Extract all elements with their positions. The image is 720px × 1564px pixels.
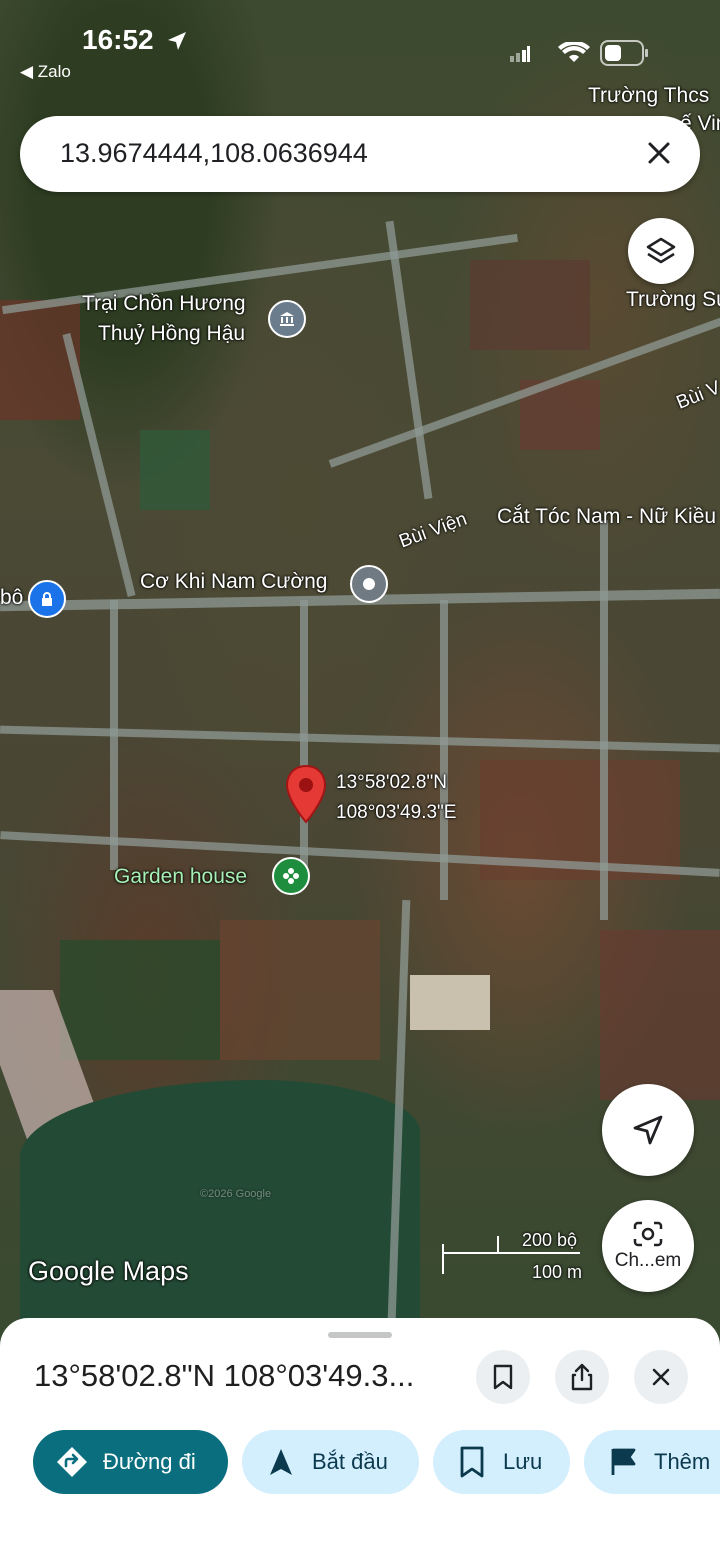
search-bar[interactable]: 13.9674444,108.0636944 bbox=[20, 116, 700, 192]
road bbox=[110, 600, 118, 870]
mechanic-label[interactable]: Cơ Khi Nam Cường bbox=[140, 570, 327, 594]
left-edge-label: bô bbox=[0, 586, 24, 609]
bookmark-button[interactable] bbox=[476, 1350, 530, 1404]
field bbox=[60, 940, 220, 1060]
lake bbox=[20, 1080, 420, 1340]
back-app-label: Zalo bbox=[37, 62, 71, 81]
field bbox=[140, 430, 210, 510]
status-bar: 16:52 ◀ Zalo bbox=[0, 0, 720, 90]
battery-icon bbox=[600, 40, 648, 66]
garden-label[interactable]: Garden house bbox=[114, 865, 247, 889]
pin-dot-icon bbox=[363, 578, 375, 590]
lens-label: Ch...em bbox=[614, 1250, 682, 1271]
save-label: Lưu bbox=[503, 1449, 543, 1474]
road-label: Bùi Viện bbox=[396, 508, 470, 553]
save-button[interactable]: Lưu bbox=[433, 1430, 570, 1494]
signal-icon bbox=[510, 46, 530, 62]
save-bookmark-icon bbox=[460, 1446, 484, 1478]
search-input[interactable]: 13.9674444,108.0636944 bbox=[60, 138, 368, 169]
clear-search-icon[interactable] bbox=[642, 136, 676, 170]
pin-lng-label: 108°03'49.3"E bbox=[336, 802, 457, 823]
layers-icon bbox=[646, 237, 676, 264]
close-icon bbox=[652, 1368, 670, 1386]
share-icon bbox=[571, 1363, 593, 1391]
sheet-drag-handle[interactable] bbox=[328, 1332, 392, 1338]
road bbox=[0, 725, 720, 753]
google-maps-logo: Google Maps bbox=[28, 1256, 189, 1286]
road bbox=[385, 220, 433, 500]
navigation-arrow-icon bbox=[633, 1115, 663, 1145]
back-to-app-link[interactable]: ◀ Zalo bbox=[20, 62, 71, 82]
copyright-label: ©2026 Google bbox=[200, 1188, 272, 1200]
field bbox=[410, 975, 490, 1030]
back-chevron-icon: ◀ bbox=[20, 62, 38, 81]
scale-tick bbox=[442, 1244, 444, 1274]
scale-meters: 100 m bbox=[532, 1262, 583, 1282]
more-label: Thêm bbox=[654, 1449, 711, 1474]
my-location-button[interactable] bbox=[602, 1084, 694, 1176]
location-arrow-icon bbox=[168, 32, 186, 50]
barber-label[interactable]: Cắt Tóc Nam - Nữ Kiều bbox=[497, 505, 716, 529]
mechanic-poi-icon[interactable] bbox=[350, 565, 388, 603]
road bbox=[1, 233, 519, 315]
field bbox=[470, 260, 590, 350]
flower-icon bbox=[283, 868, 299, 884]
road bbox=[440, 600, 448, 900]
start-label: Bắt đầu bbox=[312, 1449, 388, 1474]
garden-poi-icon[interactable] bbox=[272, 857, 310, 895]
camera-search-icon bbox=[633, 1221, 663, 1247]
close-sheet-button[interactable] bbox=[634, 1350, 688, 1404]
road bbox=[62, 333, 136, 597]
share-button[interactable] bbox=[555, 1350, 609, 1404]
directions-button[interactable]: Đường đi bbox=[33, 1430, 228, 1494]
place-label[interactable]: Trại Chồn Hương bbox=[82, 292, 246, 316]
lock-icon bbox=[42, 592, 52, 606]
place-bottom-sheet[interactable]: 13°58'02.8"N 108°03'49.3... Đường đi Bắt… bbox=[0, 1318, 720, 1564]
start-button[interactable]: Bắt đầu bbox=[242, 1430, 419, 1494]
lock-poi-icon[interactable] bbox=[28, 580, 66, 618]
status-time: 16:52 bbox=[82, 24, 154, 55]
wifi-icon bbox=[558, 42, 590, 62]
road bbox=[300, 600, 308, 870]
pin-lat-label: 13°58'02.8"N bbox=[336, 772, 447, 793]
scale-tick bbox=[497, 1236, 499, 1252]
directions-label: Đường đi bbox=[103, 1449, 196, 1474]
scale-feet: 200 bộ bbox=[522, 1230, 578, 1250]
road bbox=[600, 520, 608, 920]
museum-poi-icon[interactable] bbox=[268, 300, 306, 338]
place-title: 13°58'02.8"N 108°03'49.3... bbox=[34, 1358, 415, 1393]
layers-button[interactable] bbox=[628, 218, 694, 284]
navigation-icon bbox=[270, 1449, 292, 1475]
museum-icon bbox=[280, 312, 294, 326]
school-label-right[interactable]: Trường Su bbox=[626, 288, 720, 312]
dropped-pin-icon[interactable] bbox=[284, 764, 328, 824]
field bbox=[600, 930, 720, 1100]
directions-icon bbox=[57, 1447, 87, 1477]
road-label-2: Bùi V bbox=[673, 377, 720, 414]
more-button[interactable]: Thêm bbox=[584, 1430, 720, 1494]
bookmark-icon bbox=[493, 1364, 513, 1390]
place-label-2: Thuỷ Hồng Hậu bbox=[98, 322, 246, 345]
lens-button[interactable]: Ch...em bbox=[602, 1200, 694, 1292]
scale-bar bbox=[442, 1252, 580, 1254]
flag-icon bbox=[611, 1448, 636, 1475]
field bbox=[220, 920, 380, 1060]
